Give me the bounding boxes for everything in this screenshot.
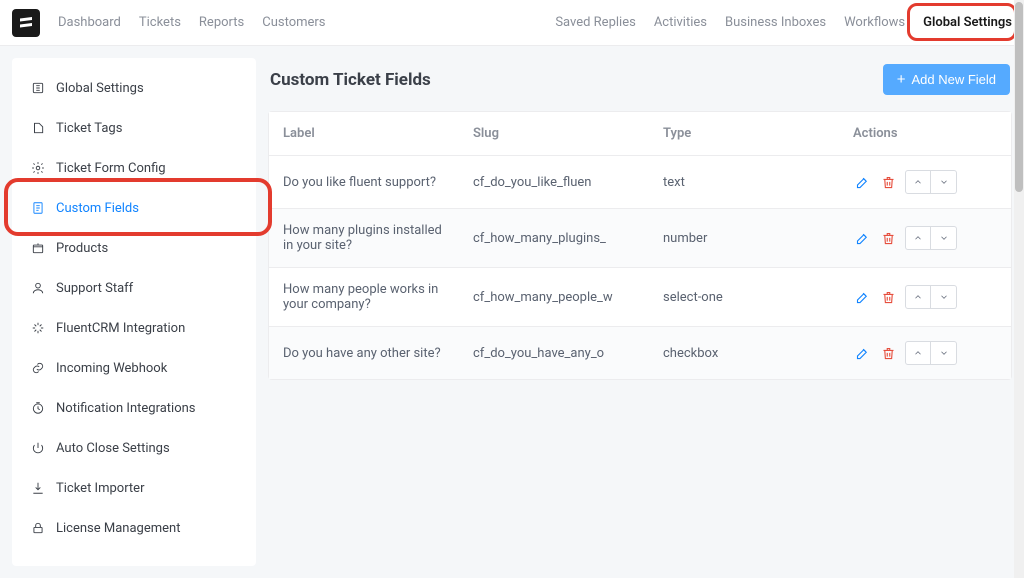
- row-label: How many plugins installed in your site?: [269, 209, 459, 268]
- sidebar-item-label: Notification Integrations: [56, 401, 196, 416]
- row-slug: cf_how_many_people_w: [459, 268, 649, 327]
- main-panel: Custom Ticket Fields + Add New Field Lab…: [268, 58, 1012, 566]
- row-slug: cf_how_many_plugins_: [459, 209, 649, 268]
- row-type: number: [649, 209, 839, 268]
- sidebar: Global Settings Ticket Tags Ticket Form Co…: [12, 58, 256, 566]
- col-header-label: Label: [269, 112, 459, 156]
- trash-icon[interactable]: [879, 229, 897, 247]
- table-row: How many people works in your company?cf…: [269, 268, 1011, 327]
- sidebar-item-global-settings[interactable]: Global Settings: [12, 68, 256, 108]
- row-type: checkbox: [649, 327, 839, 379]
- row-actions: [839, 156, 1011, 209]
- sidebar-item-label: Custom Fields: [56, 201, 139, 216]
- sidebar-item-label: Support Staff: [56, 281, 133, 296]
- scrollbar-thumb[interactable]: [1015, 2, 1023, 192]
- sidebar-item-auto-close-settings[interactable]: Auto Close Settings: [12, 428, 256, 468]
- sidebar-item-label: Ticket Importer: [56, 481, 144, 496]
- sidebar-item-label: Products: [56, 241, 108, 256]
- doc-icon: [30, 200, 46, 216]
- row-actions: [839, 327, 1011, 379]
- settings-icon: [30, 80, 46, 96]
- sparkle-icon: [30, 320, 46, 336]
- nav-customers[interactable]: Customers: [262, 15, 325, 30]
- move-down-button[interactable]: [931, 285, 957, 309]
- lock-icon: [30, 520, 46, 536]
- table-row: Do you have any other site?cf_do_you_hav…: [269, 327, 1011, 379]
- sidebar-item-ticket-form-config[interactable]: Ticket Form Config: [12, 148, 256, 188]
- sidebar-item-label: Global Settings: [56, 81, 144, 96]
- move-down-button[interactable]: [931, 226, 957, 250]
- edit-icon[interactable]: [853, 229, 871, 247]
- edit-icon[interactable]: [853, 288, 871, 306]
- sidebar-item-support-staff[interactable]: Support Staff: [12, 268, 256, 308]
- sidebar-item-label: Incoming Webhook: [56, 361, 167, 376]
- sidebar-item-ticket-tags[interactable]: Ticket Tags: [12, 108, 256, 148]
- box-icon: [30, 240, 46, 256]
- row-label: Do you have any other site?: [269, 327, 459, 379]
- import-icon: [30, 480, 46, 496]
- add-new-field-label: Add New Field: [911, 72, 996, 87]
- move-up-button[interactable]: [905, 341, 931, 365]
- sidebar-item-license-management[interactable]: License Management: [12, 508, 256, 548]
- user-icon: [30, 280, 46, 296]
- sidebar-item-fluentcrm-integration[interactable]: FluentCRM Integration: [12, 308, 256, 348]
- sidebar-item-products[interactable]: Products: [12, 228, 256, 268]
- nav-activities[interactable]: Activities: [654, 15, 707, 30]
- col-header-actions: Actions: [839, 112, 1011, 156]
- move-up-button[interactable]: [905, 226, 931, 250]
- trash-icon[interactable]: [879, 173, 897, 191]
- trash-icon[interactable]: [879, 344, 897, 362]
- row-slug: cf_do_you_have_any_o: [459, 327, 649, 379]
- clock-icon: [30, 400, 46, 416]
- scrollbar-track[interactable]: [1014, 0, 1024, 578]
- trash-icon[interactable]: [879, 288, 897, 306]
- custom-fields-table: Label Slug Type Actions Do you like flue…: [268, 111, 1012, 380]
- row-type: text: [649, 156, 839, 209]
- page-title: Custom Ticket Fields: [270, 70, 431, 90]
- col-header-type: Type: [649, 112, 839, 156]
- row-label: How many people works in your company?: [269, 268, 459, 327]
- nav-reports[interactable]: Reports: [199, 15, 244, 30]
- row-type: select-one: [649, 268, 839, 327]
- sidebar-item-label: Auto Close Settings: [56, 441, 170, 456]
- sidebar-item-label: FluentCRM Integration: [56, 321, 185, 336]
- nav-business-inboxes[interactable]: Business Inboxes: [725, 15, 826, 30]
- nav-left: Dashboard Tickets Reports Customers: [58, 15, 326, 30]
- row-actions: [839, 209, 1011, 268]
- sidebar-item-incoming-webhook[interactable]: Incoming Webhook: [12, 348, 256, 388]
- app-logo[interactable]: [12, 9, 40, 37]
- sidebar-item-ticket-importer[interactable]: Ticket Importer: [12, 468, 256, 508]
- gear-icon: [30, 160, 46, 176]
- nav-dashboard[interactable]: Dashboard: [58, 15, 121, 30]
- link-icon: [30, 360, 46, 376]
- row-label: Do you like fluent support?: [269, 156, 459, 209]
- sidebar-item-label: Ticket Form Config: [56, 161, 166, 176]
- row-actions: [839, 268, 1011, 327]
- sidebar-item-label: Ticket Tags: [56, 121, 122, 136]
- sidebar-item-notification-integrations[interactable]: Notification Integrations: [12, 388, 256, 428]
- col-header-slug: Slug: [459, 112, 649, 156]
- edit-icon[interactable]: [853, 344, 871, 362]
- nav-tickets[interactable]: Tickets: [139, 15, 181, 30]
- nav-global-settings[interactable]: Global Settings: [923, 15, 1012, 30]
- sidebar-item-custom-fields[interactable]: Custom Fields: [12, 188, 256, 228]
- table-row: How many plugins installed in your site?…: [269, 209, 1011, 268]
- nav-right: Saved Replies Activities Business Inboxe…: [555, 0, 1012, 45]
- tag-icon: [30, 120, 46, 136]
- table-row: Do you like fluent support?cf_do_you_lik…: [269, 156, 1011, 209]
- row-slug: cf_do_you_like_fluen: [459, 156, 649, 209]
- power-icon: [30, 440, 46, 456]
- nav-saved-replies[interactable]: Saved Replies: [555, 15, 636, 30]
- plus-icon: +: [897, 72, 906, 87]
- move-up-button[interactable]: [905, 285, 931, 309]
- move-down-button[interactable]: [931, 341, 957, 365]
- edit-icon[interactable]: [853, 173, 871, 191]
- sidebar-item-label: License Management: [56, 521, 180, 536]
- add-new-field-button[interactable]: + Add New Field: [883, 64, 1010, 95]
- move-up-button[interactable]: [905, 170, 931, 194]
- nav-workflows[interactable]: Workflows: [844, 15, 905, 30]
- move-down-button[interactable]: [931, 170, 957, 194]
